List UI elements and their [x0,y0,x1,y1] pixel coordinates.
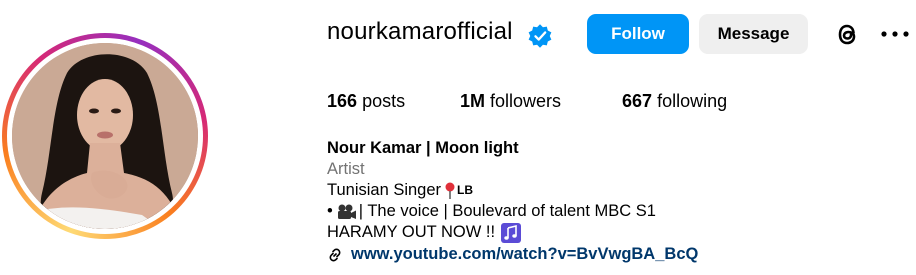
avatar[interactable] [12,43,198,229]
bio-link[interactable]: www.youtube.com/watch?v=BvVwgBA_BcQ [351,244,698,265]
country-badge: LB [457,183,474,197]
bio-line-3: HARAMY OUT NOW !! [327,222,698,243]
following-stat[interactable]: 667 following [622,91,727,112]
more-options-icon[interactable] [880,31,910,37]
bio-link-row[interactable]: www.youtube.com/watch?v=BvVwgBA_BcQ [327,244,698,265]
bio-line-2-prefix: • [327,202,333,220]
following-count: 667 [622,91,653,111]
follow-button[interactable]: Follow [587,14,689,54]
posts-label: posts [362,91,406,111]
avatar-image [12,43,198,229]
followers-label: followers [490,91,562,111]
message-button[interactable]: Message [699,14,808,54]
category-label: Artist [327,160,365,178]
link-icon [329,248,341,261]
round-pushpin-icon [445,182,455,199]
followers-stat[interactable]: 1M followers [460,91,561,112]
followers-count: 1M [460,91,486,111]
musical-notes-icon [501,222,522,243]
bio-line-2: • | The voice | Boulevard of talent MBC … [327,201,698,222]
verified-badge-icon [528,24,552,48]
posts-stat: 166 posts [327,91,405,112]
display-name: Nour Kamar | Moon light [327,139,519,157]
posts-count: 166 [327,91,358,111]
profile-header: nourkamarofficial Follow Message 166 pos… [0,0,916,275]
bio-line-2-text: | The voice | Boulevard of talent MBC S1 [358,202,656,220]
username: nourkamarofficial [327,18,513,45]
avatar-story-ring[interactable] [2,33,208,239]
threads-icon[interactable] [832,19,862,49]
following-label: following [657,91,728,111]
bio-line-1-text: Tunisian Singer [327,181,442,199]
movie-camera-icon [337,204,356,219]
bio-line-3-text: HARAMY OUT NOW !! [327,223,496,241]
bio: Nour Kamar | Moon light Artist Tunisian … [327,138,698,265]
bio-line-1: Tunisian Singer LB [327,180,698,201]
